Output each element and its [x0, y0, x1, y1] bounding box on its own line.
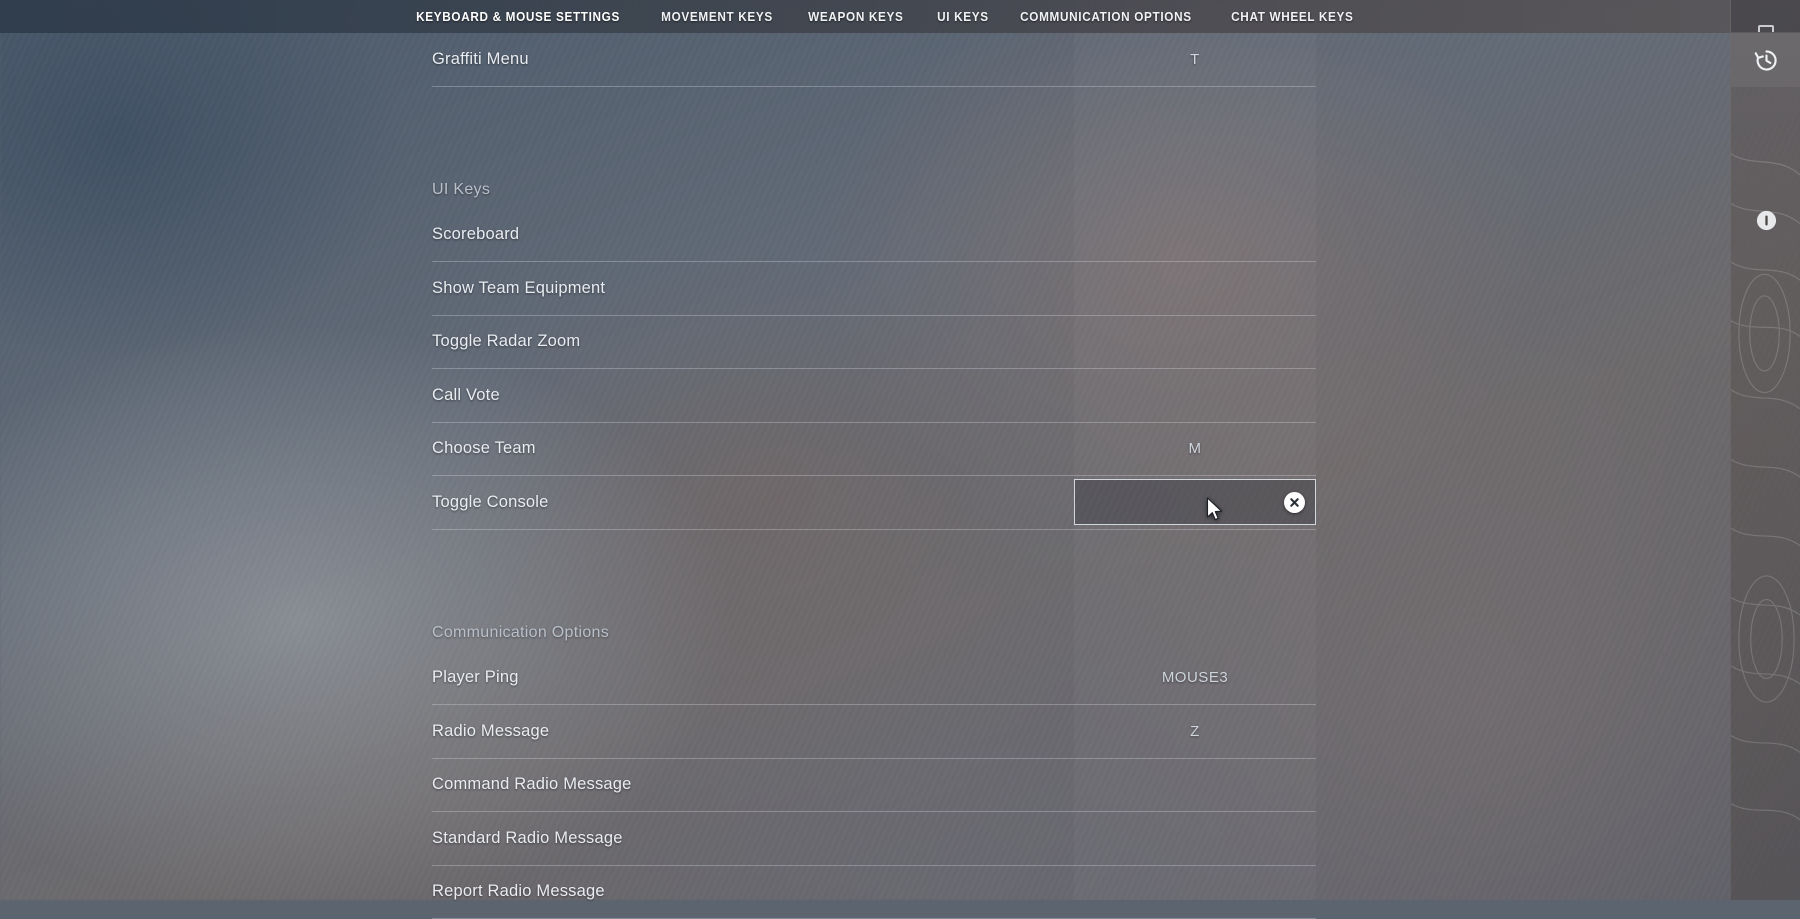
settings-tab-bar: KEYBOARD & MOUSE SETTINGS MOVEMENT KEYS …: [0, 0, 1800, 33]
tab-ui-keys[interactable]: UI KEYS: [924, 10, 1002, 24]
keybind-row-call-vote[interactable]: Call Vote: [432, 369, 1316, 423]
section-spacer-2: [432, 530, 1316, 574]
keybind-value[interactable]: T: [1074, 51, 1316, 68]
keybind-row-toggle-radar-zoom[interactable]: Toggle Radar Zoom: [432, 316, 1316, 370]
keybind-capture-input[interactable]: [1074, 479, 1316, 525]
keybind-value[interactable]: M: [1074, 440, 1316, 457]
keybind-label: Standard Radio Message: [432, 829, 1074, 848]
clear-binding-icon[interactable]: [1284, 492, 1305, 513]
keybind-row-player-ping[interactable]: Player Ping MOUSE3: [432, 652, 1316, 706]
tab-chat-wheel-keys[interactable]: CHAT WHEEL KEYS: [1218, 10, 1367, 24]
tab-keyboard-mouse-settings[interactable]: KEYBOARD & MOUSE SETTINGS: [403, 10, 633, 24]
keybind-label: Report Radio Message: [432, 882, 1074, 901]
sidebar-top-cap: [1731, 0, 1800, 33]
keybind-label: Show Team Equipment: [432, 279, 1074, 298]
keybind-row-radio-message[interactable]: Radio Message Z: [432, 705, 1316, 759]
keybind-settings-panel: Graffiti Menu T UI Keys Scoreboard Show …: [432, 33, 1316, 900]
keybind-label: Command Radio Message: [432, 775, 1074, 794]
right-sidebar: [1730, 0, 1800, 900]
keybind-label: Player Ping: [432, 668, 1074, 687]
keybind-row-graffiti-menu[interactable]: Graffiti Menu T: [432, 33, 1316, 87]
tab-weapon-keys[interactable]: WEAPON KEYS: [795, 10, 917, 24]
tab-movement-keys[interactable]: MOVEMENT KEYS: [648, 10, 786, 24]
history-icon: [1753, 47, 1780, 74]
keybind-label: Toggle Radar Zoom: [432, 332, 1074, 351]
keybind-label: Graffiti Menu: [432, 50, 1074, 69]
keybind-row-report-radio-message[interactable]: Report Radio Message: [432, 866, 1316, 919]
section-heading-communication-options: Communication Options: [432, 574, 1316, 652]
keybind-label: Scoreboard: [432, 225, 1074, 244]
keybind-row-command-radio-message[interactable]: Command Radio Message: [432, 759, 1316, 813]
keybind-row-standard-radio-message[interactable]: Standard Radio Message: [432, 812, 1316, 866]
sidebar-item-info[interactable]: [1731, 193, 1800, 247]
sidebar-item-history[interactable]: [1731, 33, 1800, 87]
keybind-label: Call Vote: [432, 386, 1074, 405]
clipped-panel-icon: [1758, 25, 1774, 33]
info-icon: [1754, 208, 1779, 233]
keybind-row-scoreboard[interactable]: Scoreboard: [432, 209, 1316, 263]
keybind-row-toggle-console[interactable]: Toggle Console: [432, 476, 1316, 530]
keybind-label: Choose Team: [432, 439, 1074, 458]
keybind-row-choose-team[interactable]: Choose Team M: [432, 423, 1316, 477]
section-spacer-1: [432, 87, 1316, 131]
keybind-value[interactable]: Z: [1074, 723, 1316, 740]
keybind-row-show-team-equipment[interactable]: Show Team Equipment: [432, 262, 1316, 316]
keybind-label: Radio Message: [432, 722, 1074, 741]
section-heading-ui-keys: UI Keys: [432, 131, 1316, 209]
tab-communication-options[interactable]: COMMUNICATION OPTIONS: [1007, 10, 1205, 24]
keybind-value[interactable]: MOUSE3: [1074, 669, 1316, 686]
